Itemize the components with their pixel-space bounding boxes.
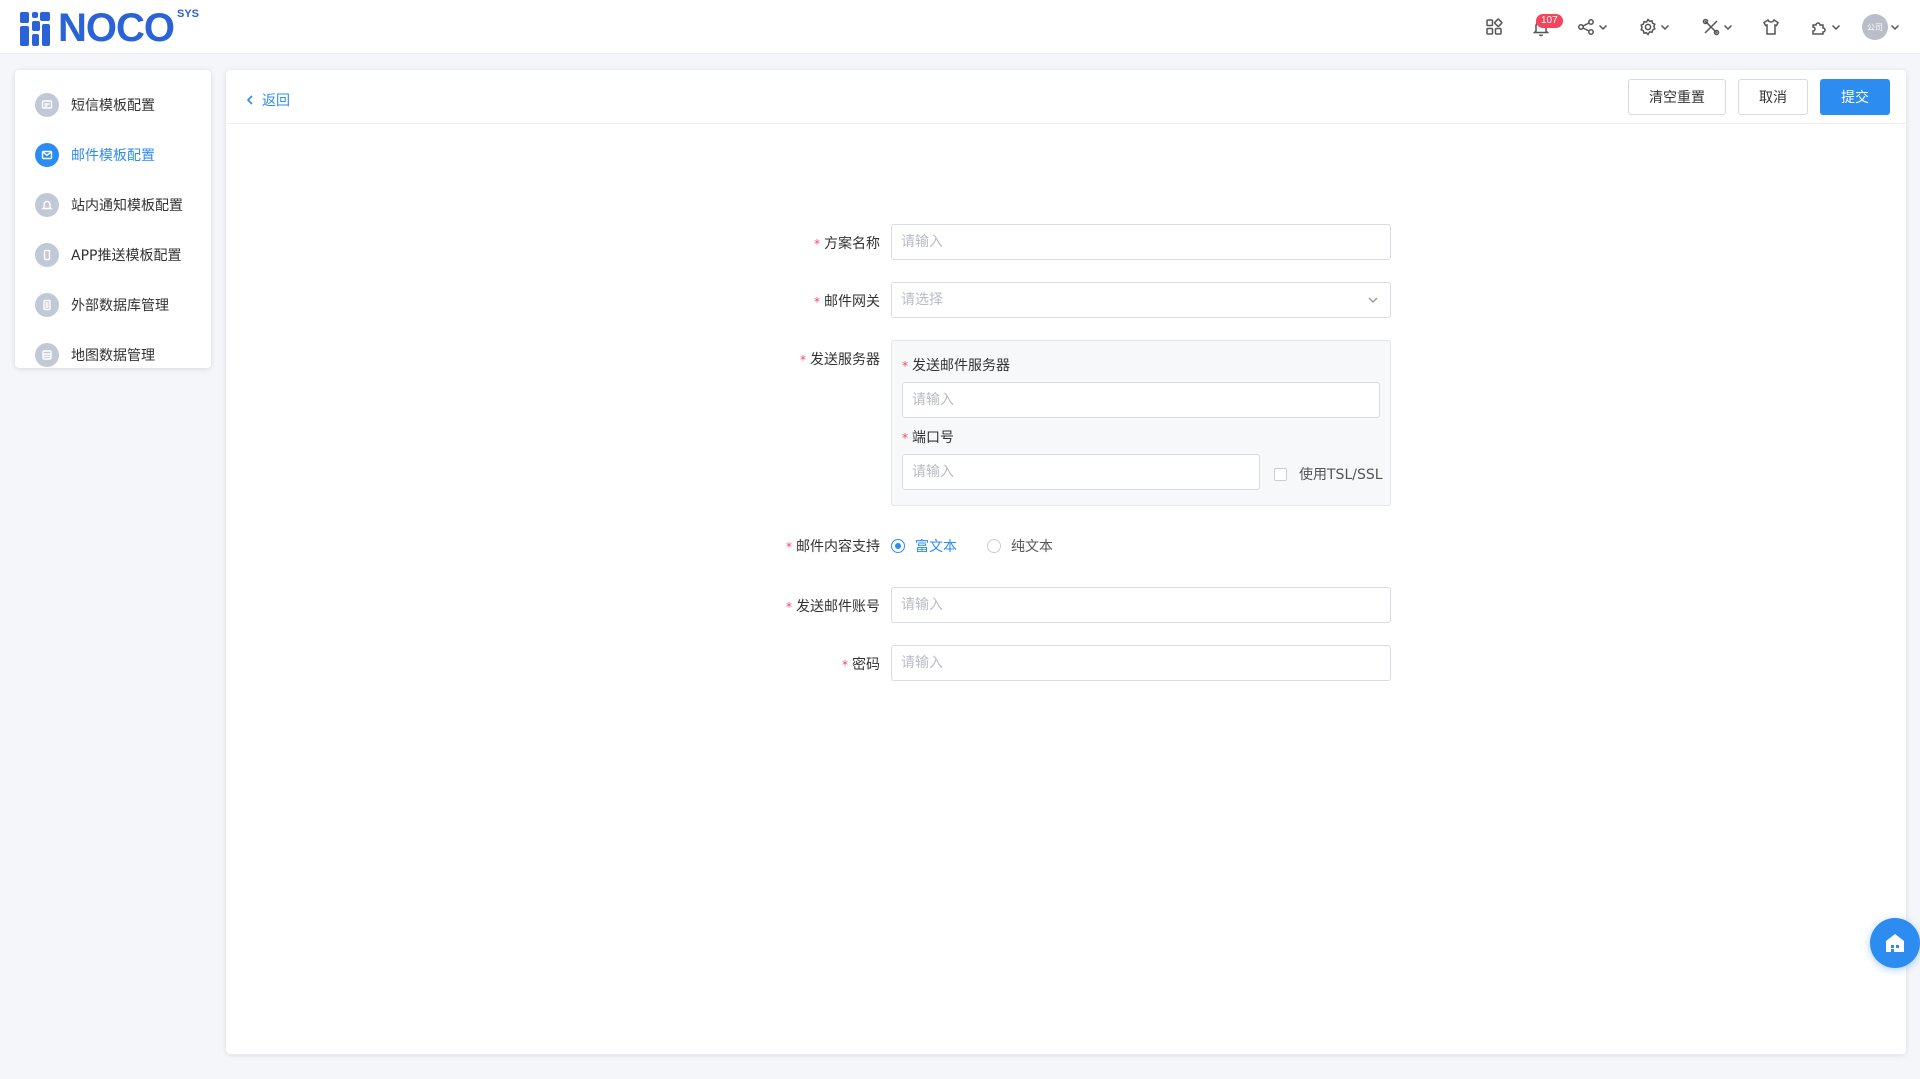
send-server-label-text: 发送服务器 — [810, 352, 880, 368]
required-mark: * — [814, 295, 820, 309]
password-label-text: 密码 — [852, 657, 880, 673]
logo-sup: SYS — [177, 8, 200, 20]
user-menu[interactable]: 公司 — [1856, 0, 1906, 54]
sidebar-item-map-data[interactable]: 地图数据管理 — [15, 330, 211, 380]
radio-rich-text[interactable]: 富文本 — [891, 536, 957, 556]
password-input[interactable] — [891, 645, 1391, 681]
shirt-icon — [1763, 18, 1779, 35]
radio-label: 富文本 — [915, 539, 957, 555]
required-mark: * — [786, 600, 792, 614]
chevron-down-icon — [1831, 24, 1841, 31]
main-header: 返回 清空重置 取消 提交 — [226, 70, 1906, 124]
checkbox-box[interactable] — [1274, 467, 1287, 481]
mail-gateway-select[interactable] — [891, 282, 1391, 318]
top-header: NOCO SYS 107 公司 — [0, 0, 1920, 54]
back-link[interactable]: 返回 — [244, 90, 290, 110]
sidebar-menu: 短信模板配置 邮件模板配置 站内通知模板配置 APP推送模板配置 外部数据库管理… — [15, 70, 211, 368]
map-icon — [35, 343, 59, 367]
tls-ssl-label: 使用TSL/SSL — [1299, 467, 1383, 483]
password-label: * 密码 — [842, 654, 880, 674]
scheme-name-label-text: 方案名称 — [824, 236, 880, 252]
floating-home-button[interactable] — [1870, 918, 1920, 968]
required-mark: * — [786, 540, 792, 554]
required-mark: * — [814, 237, 820, 251]
server-host-label: * 发送邮件服务器 — [902, 355, 1010, 375]
radio-label: 纯文本 — [1011, 539, 1053, 555]
send-server-label: * 发送服务器 — [800, 349, 880, 369]
plugin-menu[interactable] — [1794, 0, 1856, 54]
mail-gateway-label-text: 邮件网关 — [824, 294, 880, 310]
server-host-input[interactable] — [902, 382, 1380, 418]
apps-button[interactable] — [1468, 0, 1520, 54]
sidebar-item-label: 邮件模板配置 — [71, 148, 155, 164]
sidebar-item-external-database[interactable]: 外部数据库管理 — [15, 280, 211, 330]
sidebar-item-label: APP推送模板配置 — [71, 248, 182, 264]
radio-circle[interactable] — [987, 539, 1001, 553]
notification-badge: 107 — [1536, 14, 1563, 28]
send-server-group: * 发送邮件服务器 * 端口号 使用TSL/SSL — [891, 340, 1391, 506]
content-support-label-text: 邮件内容支持 — [796, 539, 880, 555]
tools-menu[interactable] — [1686, 0, 1748, 54]
avatar: 公司 — [1862, 14, 1888, 40]
sidebar-item-label: 外部数据库管理 — [71, 298, 169, 314]
apps-icon — [1486, 18, 1503, 35]
port-input[interactable] — [902, 454, 1260, 490]
home-icon — [1886, 934, 1904, 952]
back-label: 返回 — [262, 92, 290, 109]
main-panel: 返回 清空重置 取消 提交 * 方案名称 * 邮件网关 * 发送服务器 * 发送邮件服务… — [226, 70, 1906, 1054]
logo-mark-icon — [20, 10, 56, 46]
tools-icon — [1702, 18, 1720, 36]
required-mark: * — [800, 353, 806, 367]
top-toolbar: 107 公司 — [1468, 0, 1906, 54]
submit-button[interactable]: 提交 — [1820, 78, 1890, 115]
sidebar-item-label: 地图数据管理 — [71, 348, 155, 364]
settings-menu[interactable] — [1622, 0, 1686, 54]
sidebar-item-label: 站内通知模板配置 — [71, 198, 183, 214]
chevron-down-icon — [1723, 24, 1733, 31]
mobile-icon — [35, 243, 59, 267]
required-mark: * — [902, 431, 908, 445]
sidebar-item-app-push-template[interactable]: APP推送模板配置 — [15, 230, 211, 280]
scheme-name-label: * 方案名称 — [814, 233, 880, 253]
port-label: * 端口号 — [902, 427, 954, 447]
content-support-radio-group: 富文本 纯文本 — [891, 536, 1083, 556]
sidebar-item-notice-template[interactable]: 站内通知模板配置 — [15, 180, 211, 230]
puzzle-icon — [1812, 22, 1826, 35]
logo-text: NOCO — [58, 6, 175, 50]
share-icon — [1578, 19, 1594, 35]
notification-button[interactable]: 107 — [1520, 0, 1563, 54]
logo[interactable]: NOCO SYS — [20, 8, 199, 48]
content-support-label: * 邮件内容支持 — [786, 536, 880, 556]
radio-circle[interactable] — [891, 539, 905, 553]
share-menu[interactable] — [1562, 0, 1622, 54]
sms-icon — [35, 93, 59, 117]
theme-button[interactable] — [1748, 0, 1794, 54]
sidebar-item-label: 短信模板配置 — [71, 98, 155, 114]
required-mark: * — [902, 359, 908, 373]
server-host-label-text: 发送邮件服务器 — [912, 358, 1010, 374]
gear-icon — [1640, 18, 1656, 36]
cancel-button[interactable]: 取消 — [1738, 78, 1808, 115]
tls-ssl-checkbox[interactable]: 使用TSL/SSL — [1274, 464, 1383, 484]
chevron-down-icon — [1660, 24, 1670, 31]
radio-plain-text[interactable]: 纯文本 — [987, 536, 1053, 556]
send-account-label: * 发送邮件账号 — [786, 596, 880, 616]
sidebar-item-sms-template[interactable]: 短信模板配置 — [15, 80, 211, 130]
chevron-left-icon — [246, 94, 253, 105]
required-mark: * — [842, 658, 848, 672]
chevron-down-icon — [1368, 297, 1378, 303]
sidebar-item-mail-template[interactable]: 邮件模板配置 — [15, 130, 211, 180]
database-icon — [35, 293, 59, 317]
scheme-name-input[interactable] — [891, 224, 1391, 260]
header-actions: 清空重置 取消 提交 — [1628, 78, 1890, 115]
mail-gateway-label: * 邮件网关 — [814, 291, 880, 311]
port-label-text: 端口号 — [912, 430, 954, 446]
reset-button[interactable]: 清空重置 — [1628, 78, 1726, 115]
send-account-label-text: 发送邮件账号 — [796, 599, 880, 615]
bell-icon — [35, 193, 59, 217]
chevron-down-icon — [1598, 24, 1608, 31]
mail-icon — [35, 143, 59, 167]
send-account-input[interactable] — [891, 587, 1391, 623]
chevron-down-icon — [1890, 24, 1900, 31]
